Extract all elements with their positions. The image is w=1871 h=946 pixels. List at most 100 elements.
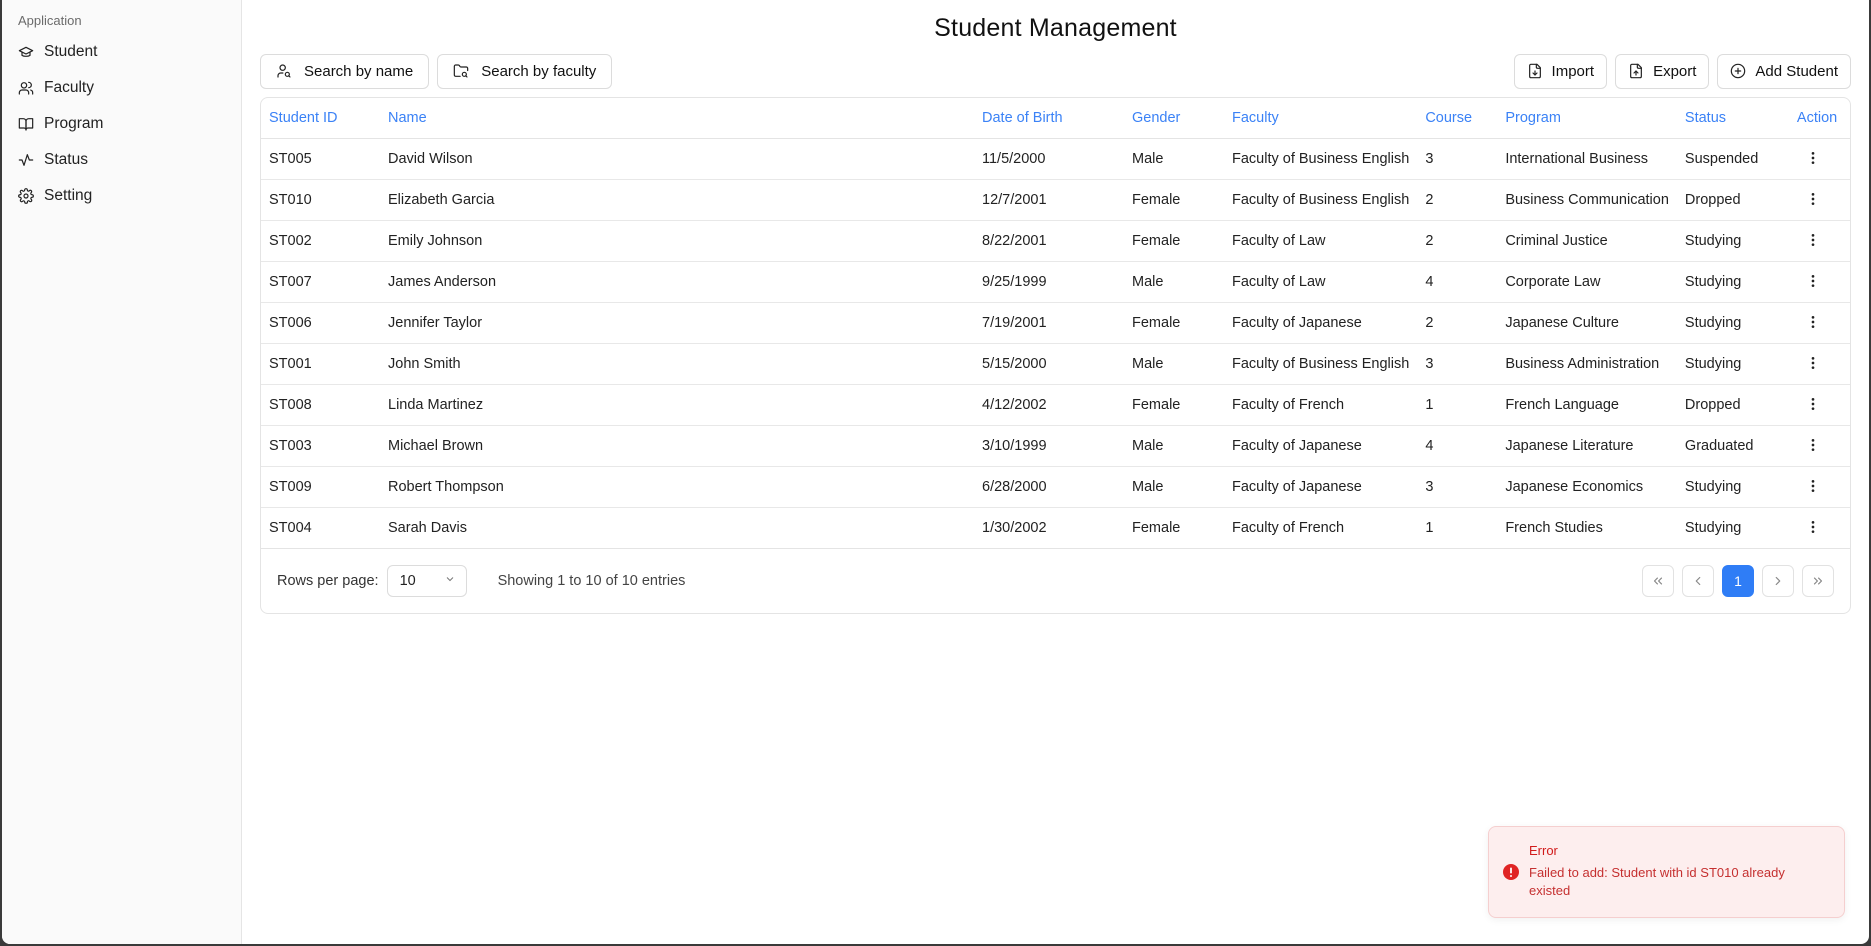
sidebar-item-status[interactable]: Status xyxy=(10,142,233,178)
search-by-faculty-button[interactable]: Search by faculty xyxy=(437,53,613,89)
page-button-current[interactable]: 1 xyxy=(1722,564,1754,597)
table-cell: ST007 xyxy=(261,261,380,303)
table-cell: Japanese Culture xyxy=(1497,302,1677,344)
sidebar-item-program[interactable]: Program xyxy=(10,106,233,142)
import-button[interactable]: Import xyxy=(1513,53,1608,89)
file-import-icon xyxy=(1527,63,1543,79)
add-student-label: Add Student xyxy=(1755,62,1838,80)
gear-icon xyxy=(18,188,34,204)
table-cell: Emily Johnson xyxy=(380,220,974,262)
column-header[interactable]: Course xyxy=(1417,98,1498,139)
table-cell: Female xyxy=(1124,179,1224,221)
table-cell: 2 xyxy=(1417,220,1498,262)
file-export-icon xyxy=(1628,63,1644,79)
table-cell: ST001 xyxy=(261,343,380,385)
table-cell: Japanese Literature xyxy=(1497,425,1677,467)
column-header[interactable]: Date of Birth xyxy=(974,98,1124,139)
table-cell: Studying xyxy=(1676,507,1789,549)
table-row[interactable]: ST009 Robert Thompson 6/28/2000 Male Faculty… xyxy=(261,466,1850,508)
column-header[interactable]: Faculty xyxy=(1224,98,1418,139)
table-cell: Faculty of Japanese xyxy=(1224,466,1418,508)
table-cell: Faculty of Japanese xyxy=(1224,425,1418,467)
table-row[interactable]: ST004 Sarah Davis 1/30/2002 Female Faculty o… xyxy=(261,507,1850,549)
more-vertical-icon xyxy=(1805,273,1821,289)
table-cell: 8/22/2001 xyxy=(974,220,1124,262)
sidebar-item-faculty[interactable]: Faculty xyxy=(10,70,233,106)
chevrons-left-icon xyxy=(1651,574,1665,588)
sidebar-item-student[interactable]: Student xyxy=(10,34,233,70)
table-cell: Dropped xyxy=(1676,179,1789,221)
export-button[interactable]: Export xyxy=(1615,53,1710,89)
table-row[interactable]: ST007 James Anderson 9/25/1999 Male Faculty … xyxy=(261,261,1850,303)
row-actions-button[interactable] xyxy=(1803,271,1823,291)
row-actions-button[interactable] xyxy=(1803,312,1823,332)
alert-circle-icon xyxy=(1503,864,1519,880)
row-actions-button[interactable] xyxy=(1803,189,1823,209)
next-page-button[interactable] xyxy=(1762,564,1794,597)
table-cell: Faculty of Business English xyxy=(1224,343,1418,385)
table-cell-action xyxy=(1788,466,1850,508)
app-window: Application Student Faculty Program Stat… xyxy=(2,0,1869,944)
table-row[interactable]: ST002 Emily Johnson 8/22/2001 Female Faculty… xyxy=(261,220,1850,262)
table-cell: ST008 xyxy=(261,384,380,426)
table-row[interactable]: ST003 Michael Brown 3/10/1999 Male Faculty o… xyxy=(261,425,1850,467)
column-header[interactable]: Program xyxy=(1497,98,1677,139)
table-cell: French Language xyxy=(1497,384,1677,426)
table-cell: Sarah Davis xyxy=(380,507,974,549)
row-actions-button[interactable] xyxy=(1803,148,1823,168)
table-cell: 4 xyxy=(1417,425,1498,467)
toast-title: Error xyxy=(1529,843,1558,858)
table-cell: 1/30/2002 xyxy=(974,507,1124,549)
add-student-button[interactable]: Add Student xyxy=(1717,53,1851,89)
sidebar-group-label: Application xyxy=(18,13,82,28)
import-label: Import xyxy=(1551,62,1595,80)
table-cell-action xyxy=(1788,384,1850,426)
first-page-button[interactable] xyxy=(1642,564,1674,597)
table-cell: David Wilson xyxy=(380,138,974,180)
table-cell: John Smith xyxy=(380,343,974,385)
table-cell: Studying xyxy=(1676,220,1789,262)
error-toast[interactable]: Error Failed to add: Student with id ST0… xyxy=(1488,826,1845,918)
prev-page-button[interactable] xyxy=(1682,564,1714,597)
table-cell: 3 xyxy=(1417,343,1498,385)
row-actions-button[interactable] xyxy=(1803,353,1823,373)
search-by-name-button[interactable]: Search by name xyxy=(260,53,430,89)
sidebar-item-setting[interactable]: Setting xyxy=(10,178,233,214)
chevrons-right-icon xyxy=(1811,574,1825,588)
column-header[interactable]: Status xyxy=(1676,98,1789,139)
pagination-bar: Rows per page: 10 Showing 1 to 10 of 10 … xyxy=(261,549,1850,613)
table-row[interactable]: ST006 Jennifer Taylor 7/19/2001 Female Facul… xyxy=(261,302,1850,344)
table-row[interactable]: ST010 Elizabeth Garcia 12/7/2001 Female Facu… xyxy=(261,179,1850,221)
table-cell: Studying xyxy=(1676,261,1789,303)
table-header-row: Student ID Name Date of Birth Gender Fac… xyxy=(261,98,1850,139)
last-page-button[interactable] xyxy=(1802,564,1834,597)
row-actions-button[interactable] xyxy=(1803,476,1823,496)
table-cell-action xyxy=(1788,507,1850,549)
table-row[interactable]: ST001 John Smith 5/15/2000 Male Faculty of B… xyxy=(261,343,1850,385)
table-cell: ST005 xyxy=(261,138,380,180)
rows-per-page-select[interactable]: 10 xyxy=(386,564,467,597)
table-cell: 11/5/2000 xyxy=(974,138,1124,180)
column-header[interactable]: Student ID xyxy=(261,98,380,139)
book-open-icon xyxy=(18,116,34,132)
users-icon xyxy=(18,80,34,96)
row-actions-button[interactable] xyxy=(1803,517,1823,537)
row-actions-button[interactable] xyxy=(1803,230,1823,250)
graduation-cap-icon xyxy=(18,44,34,60)
table-cell: ST003 xyxy=(261,425,380,467)
table-cell: Studying xyxy=(1676,466,1789,508)
column-header[interactable]: Gender xyxy=(1124,98,1224,139)
column-header[interactable]: Name xyxy=(380,98,974,139)
row-actions-button[interactable] xyxy=(1803,394,1823,414)
table-cell: Faculty of French xyxy=(1224,384,1418,426)
rows-per-page-label: Rows per page: xyxy=(277,572,379,589)
table-cell: 4 xyxy=(1417,261,1498,303)
rows-per-page-value: 10 xyxy=(399,572,416,589)
table-row[interactable]: ST008 Linda Martinez 4/12/2002 Female Facult… xyxy=(261,384,1850,426)
table-cell: ST002 xyxy=(261,220,380,262)
chevron-down-icon xyxy=(444,573,456,589)
row-actions-button[interactable] xyxy=(1803,435,1823,455)
table-cell: 7/19/2001 xyxy=(974,302,1124,344)
table-cell: Faculty of French xyxy=(1224,507,1418,549)
table-row[interactable]: ST005 David Wilson 11/5/2000 Male Faculty of… xyxy=(261,138,1850,180)
